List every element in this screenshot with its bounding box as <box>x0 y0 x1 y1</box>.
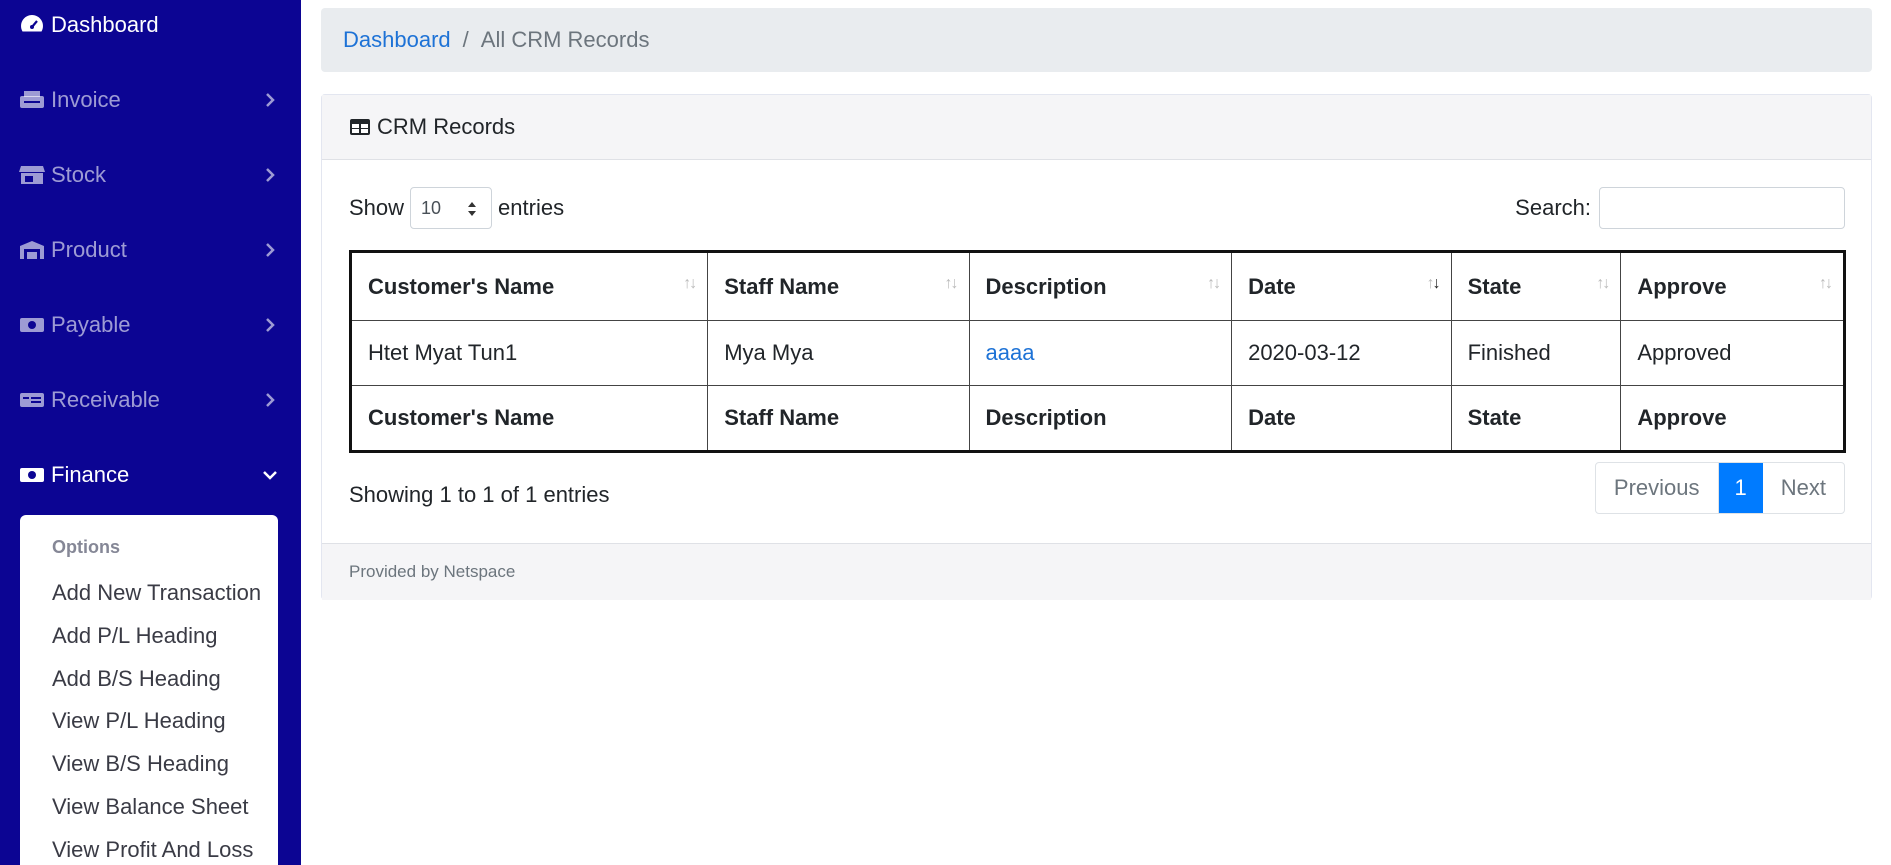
pagination: Previous 1 Next <box>1594 462 1845 514</box>
sidebar-item-product[interactable]: Product <box>0 230 301 270</box>
sidebar-item-label: Stock <box>51 162 107 187</box>
column-header-date[interactable]: Date ↑↓ <box>1231 251 1452 321</box>
submenu-item-view-pl-heading[interactable]: View P/L Heading <box>52 708 226 734</box>
sidebar-item-label: Payable <box>51 312 131 337</box>
chevron-right-icon <box>263 393 277 407</box>
sidebar-item-label: Invoice <box>51 87 121 112</box>
page-length-control: Show 10 entries <box>349 187 564 229</box>
card-footer: Provided by Netspace <box>322 543 1871 600</box>
sidebar: Dashboard Invoice Stock Product Payable … <box>0 0 301 865</box>
chevron-right-icon <box>263 318 277 332</box>
submenu-item-view-profit-and-loss[interactable]: View Profit And Loss <box>52 837 253 863</box>
previous-page-button[interactable]: Previous <box>1596 463 1719 513</box>
footer-approve: Approve <box>1620 385 1845 452</box>
page-1-button[interactable]: 1 <box>1718 463 1763 513</box>
sidebar-item-receivable[interactable]: Receivable <box>0 380 301 420</box>
sidebar-item-invoice[interactable]: Invoice <box>0 80 301 120</box>
sidebar-item-dashboard[interactable]: Dashboard <box>0 5 301 45</box>
cell-customers-name: Htet Myat Tun1 <box>349 320 709 386</box>
cell-approve: Approved <box>1620 320 1845 386</box>
submenu-header: Options <box>52 537 120 557</box>
table-footer-row: Customer's Name Staff Name Description D… <box>349 385 1845 452</box>
money-bill-wave-icon <box>19 465 45 485</box>
sort-updown-icon <box>467 201 477 222</box>
column-header-description[interactable]: Description ↑↓ <box>968 251 1233 321</box>
sidebar-item-label: Finance <box>51 462 130 487</box>
cell-date: 2020-03-12 <box>1231 320 1452 386</box>
submenu-item-view-bs-heading[interactable]: View B/S Heading <box>52 751 229 777</box>
money-bill-icon <box>19 315 45 335</box>
search-input[interactable] <box>1599 187 1845 229</box>
store-icon <box>19 165 45 185</box>
page-length-select[interactable]: 10 <box>410 187 493 229</box>
chevron-right-icon <box>263 168 277 182</box>
show-label: Show <box>349 195 405 220</box>
warehouse-icon <box>19 240 45 260</box>
footer-customers-name: Customer's Name <box>349 385 709 452</box>
crm-table: Customer's Name ↑↓ Staff Name ↑↓ Descripti… <box>349 250 1846 453</box>
column-header-customers-name[interactable]: Customer's Name ↑↓ <box>349 251 709 321</box>
sort-icon: ↑↓ <box>944 275 959 292</box>
column-header-approve[interactable]: Approve ↑↓ <box>1620 251 1845 321</box>
sidebar-item-label: Product <box>51 237 127 262</box>
submenu-item-add-pl-heading[interactable]: Add P/L Heading <box>52 623 218 649</box>
tachometer-icon <box>19 15 45 35</box>
entries-label: entries <box>498 195 565 220</box>
submenu-item-add-bs-heading[interactable]: Add B/S Heading <box>52 666 221 692</box>
card-title: CRM Records <box>377 114 516 139</box>
search-label: Search: <box>1515 195 1591 220</box>
sort-icon: ↑↓ <box>683 275 697 292</box>
breadcrumb-home-link[interactable]: Dashboard <box>343 27 451 53</box>
printer-icon <box>19 90 45 110</box>
breadcrumb-separator: / <box>462 27 469 52</box>
footer-date: Date <box>1231 385 1452 452</box>
sidebar-item-stock[interactable]: Stock <box>0 155 301 195</box>
sidebar-item-label: Dashboard <box>51 12 159 37</box>
search-control: Search: <box>1515 187 1845 229</box>
cell-staff-name: Mya Mya <box>707 320 970 386</box>
sort-icon: ↑↓ <box>1819 275 1833 292</box>
chevron-right-icon <box>263 93 277 107</box>
table-info: Showing 1 to 1 of 1 entries <box>349 482 610 507</box>
column-header-state[interactable]: State ↑↓ <box>1450 251 1622 321</box>
footer-staff-name: Staff Name <box>707 385 970 452</box>
submenu-item-view-balance-sheet[interactable]: View Balance Sheet <box>52 794 249 820</box>
description-link[interactable]: aaaa <box>986 340 1035 365</box>
sidebar-item-label: Receivable <box>51 387 160 412</box>
table-icon <box>349 117 371 137</box>
card-header: CRM Records <box>322 95 1871 160</box>
money-check-icon <box>19 390 45 410</box>
finance-submenu: Options Add New Transaction Add P/L Head… <box>20 515 278 865</box>
breadcrumb-current: All CRM Records <box>480 27 650 52</box>
cell-state: Finished <box>1450 320 1622 386</box>
footer-state: State <box>1450 385 1622 452</box>
sort-desc-icon: ↑↓ <box>1426 275 1441 292</box>
cell-description: aaaa <box>968 320 1233 386</box>
submenu-item-add-new-transaction[interactable]: Add New Transaction <box>52 580 261 606</box>
crm-records-card: CRM Records Show 10 entries Search: Cust… <box>321 94 1872 600</box>
next-page-button[interactable]: Next <box>1763 463 1844 513</box>
table-header-row: Customer's Name ↑↓ Staff Name ↑↓ Descripti… <box>349 251 1845 321</box>
sidebar-item-finance[interactable]: Finance <box>0 455 301 495</box>
breadcrumb: Dashboard / All CRM Records <box>321 8 1872 72</box>
sort-icon: ↑↓ <box>1207 275 1221 292</box>
column-header-staff-name[interactable]: Staff Name ↑↓ <box>707 251 970 321</box>
chevron-right-icon <box>263 243 277 257</box>
sort-icon: ↑↓ <box>1596 275 1610 292</box>
page-length-value: 10 <box>421 197 442 218</box>
footer-description: Description <box>968 385 1233 452</box>
chevron-down-icon <box>263 468 277 482</box>
sidebar-item-payable[interactable]: Payable <box>0 305 301 345</box>
table-row: Htet Myat Tun1 Mya Mya aaaa 2020-03-12 F… <box>349 320 1845 386</box>
